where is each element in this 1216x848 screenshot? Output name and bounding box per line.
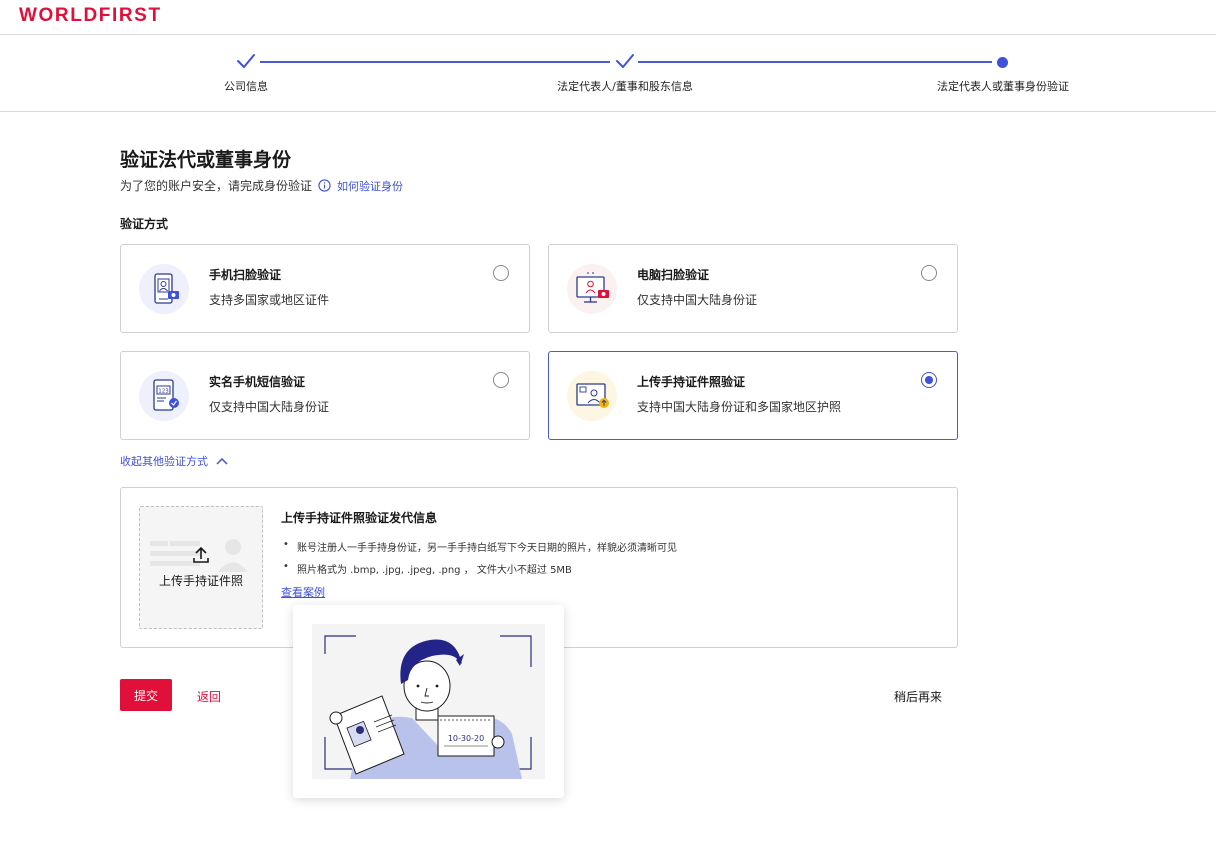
svg-text:123: 123 — [158, 389, 169, 395]
option-title: 上传手持证件照验证 — [637, 375, 746, 389]
progress-stepper: 公司信息 法定代表人/董事和股东信息 法定代表人或董事身份验证 — [0, 35, 1216, 112]
view-example-link[interactable]: 查看案例 — [281, 584, 325, 600]
page-title: 验证法代或董事身份 — [120, 149, 292, 171]
option-desc: 仅支持中国大陆身份证 — [637, 293, 758, 307]
option-radio[interactable] — [493, 372, 509, 388]
option-title: 实名手机短信验证 — [209, 375, 306, 389]
upload-dropzone[interactable]: 上传手持证件照 — [139, 506, 263, 629]
option-radio[interactable] — [921, 372, 937, 388]
step-2-check-icon — [616, 54, 634, 68]
subtitle-text: 为了您的账户安全，请完成身份验证 — [120, 179, 313, 193]
subtitle-row: 为了您的账户安全，请完成身份验证 如何验证身份 — [120, 177, 403, 194]
option-radio[interactable] — [493, 265, 509, 281]
phone-sms-icon: 123 — [139, 371, 189, 421]
option-desc: 支持中国大陆身份证和多国家地区护照 — [637, 400, 842, 414]
method-section-label: 验证方式 — [120, 217, 169, 231]
option-desc: 仅支持中国大陆身份证 — [209, 400, 330, 414]
top-header: WORLDFIRST — [0, 0, 1216, 35]
step-3-label: 法定代表人或董事身份验证 — [937, 80, 1069, 93]
collapse-other-methods-link[interactable]: 收起其他验证方式 — [120, 453, 228, 469]
option-radio[interactable] — [921, 265, 937, 281]
worldfirst-logo[interactable]: WORLDFIRST — [19, 5, 162, 27]
step-1-check-icon — [237, 54, 255, 68]
step-connector-1 — [260, 61, 610, 63]
upload-requirement-2: 照片格式为 .bmp, .jpg, .jpeg, .png ， 文件大小不超过 … — [283, 561, 572, 576]
step-connector-2 — [638, 61, 992, 63]
info-icon — [318, 179, 331, 192]
id-upload-icon — [567, 371, 617, 421]
later-button[interactable]: 稍后再来 — [894, 688, 942, 705]
option-title: 手机扫脸验证 — [209, 268, 282, 282]
upload-requirement-1: 账号注册人一手手持身份证，另一手手持白纸写下今天日期的照片，样貌必须清晰可见 — [283, 539, 677, 554]
option-phone-sms[interactable]: 123 实名手机短信验证 仅支持中国大陆身份证 — [120, 351, 530, 440]
option-desc: 支持多国家或地区证件 — [209, 293, 330, 307]
option-title: 电脑扫脸验证 — [637, 268, 710, 282]
upload-box-label: 上传手持证件照 — [158, 574, 243, 588]
chevron-up-icon — [216, 457, 228, 465]
example-date-note: 10-30-20 — [448, 734, 484, 743]
how-to-verify-link[interactable]: 如何验证身份 — [337, 178, 403, 194]
collapse-link-label: 收起其他验证方式 — [120, 455, 208, 468]
computer-face-scan-icon — [567, 264, 617, 314]
step-1-label: 公司信息 — [224, 80, 268, 93]
phone-face-scan-icon — [139, 264, 189, 314]
option-id-upload[interactable]: 上传手持证件照验证 支持中国大陆身份证和多国家地区护照 — [548, 351, 958, 440]
upload-info-title: 上传手持证件照验证发代信息 — [281, 511, 438, 525]
example-illustration: 10-30-20 — [312, 624, 545, 779]
step-3-current-dot — [997, 57, 1008, 68]
submit-button[interactable]: 提交 — [120, 679, 172, 711]
option-computer-face-scan[interactable]: 电脑扫脸验证 仅支持中国大陆身份证 — [548, 244, 958, 333]
step-2-label: 法定代表人/董事和股东信息 — [557, 80, 693, 93]
back-button[interactable]: 返回 — [197, 688, 221, 705]
option-phone-face-scan[interactable]: 手机扫脸验证 支持多国家或地区证件 — [120, 244, 530, 333]
upload-icon — [193, 546, 209, 563]
example-popover: 10-30-20 — [293, 605, 564, 798]
